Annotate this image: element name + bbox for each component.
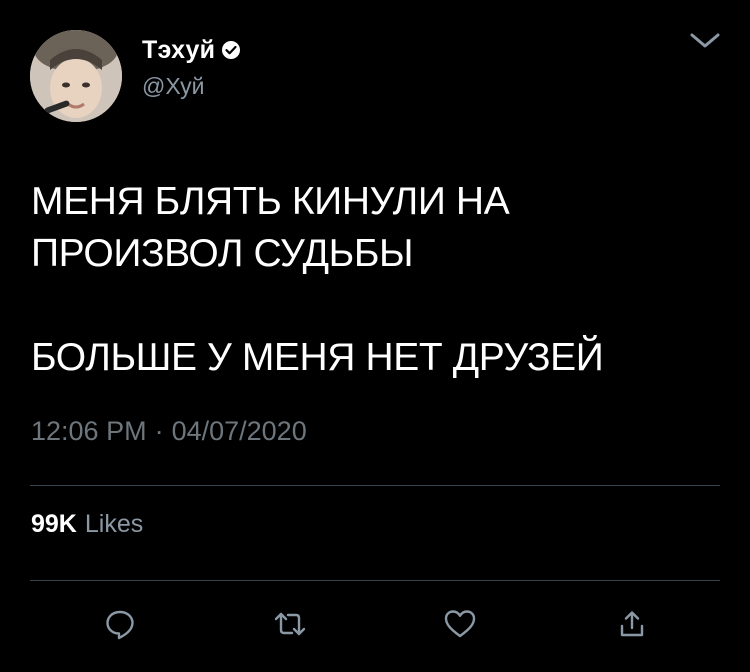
reply-icon	[106, 610, 134, 640]
verified-badge-icon	[221, 40, 241, 60]
heart-icon	[444, 610, 476, 638]
tweet-time: 12:06 PM	[31, 416, 147, 446]
avatar[interactable]	[30, 30, 122, 122]
like-button[interactable]	[440, 604, 480, 644]
divider	[30, 485, 720, 486]
likes-label: Likes	[84, 510, 144, 538]
share-icon	[620, 611, 644, 637]
share-button[interactable]	[612, 604, 652, 644]
tweet-timestamp[interactable]: 12:06 PM · 04/07/2020	[31, 416, 307, 447]
retweet-button[interactable]	[270, 604, 310, 644]
tweet-text: МЕНЯ БЛЯТЬ КИНУЛИ НА ПРОИЗВОЛ СУДЬБЫ БОЛ…	[31, 180, 604, 379]
display-name[interactable]: Тэхуй	[142, 36, 215, 65]
likes-count: 99K	[31, 510, 77, 538]
author-row[interactable]: Тэхуй	[142, 33, 241, 67]
likes-stat[interactable]: 99K Likes	[31, 510, 143, 539]
reply-button[interactable]	[100, 604, 140, 644]
avatar-image	[30, 30, 122, 122]
timestamp-separator: ·	[154, 416, 164, 446]
tweet-date: 04/07/2020	[171, 416, 307, 446]
divider	[30, 580, 720, 581]
retweet-icon	[274, 612, 306, 636]
chevron-down-icon[interactable]	[688, 30, 722, 52]
author-handle[interactable]: @Хуй	[142, 73, 205, 100]
